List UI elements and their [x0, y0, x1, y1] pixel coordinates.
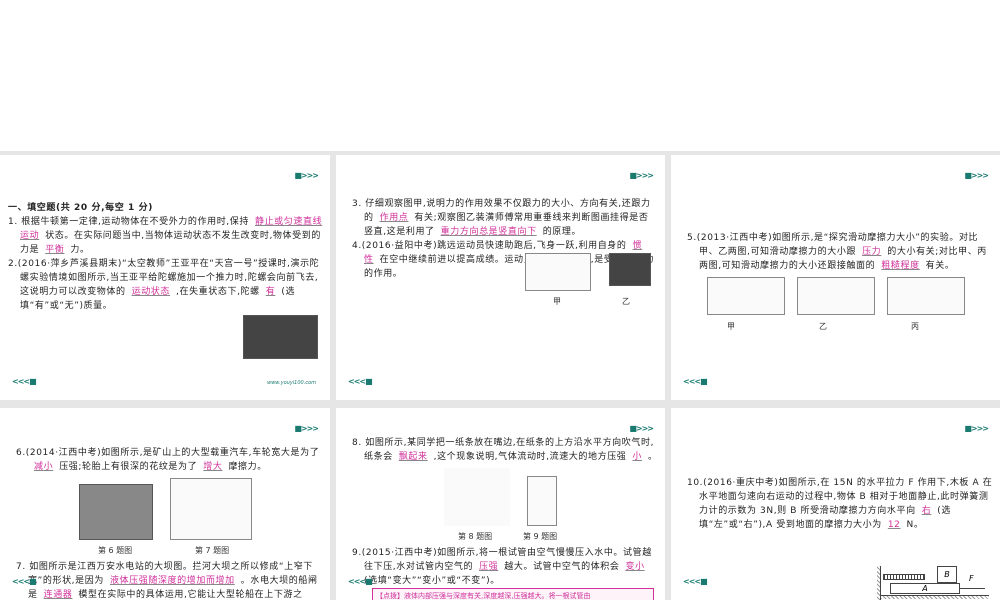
answer-blank: 有 [265, 287, 276, 297]
board-a: A [890, 583, 960, 594]
dam-figure [170, 478, 252, 540]
question-text: 一、填空题(共 20 分,每空 1 分) [8, 201, 324, 215]
gyroscope-photo [243, 315, 318, 359]
figure-yi-friction [797, 277, 875, 315]
question-text: 9.(2015·江西中考)如图所示,将一根试管由空气慢慢压入水中。试管越往下压,… [352, 546, 658, 588]
caption: 乙 [622, 297, 630, 306]
hint-box: 【点拨】液体内部压强与深度有关,深度越深,压强越大。将一根试管由 [372, 588, 654, 600]
answer-blank: 粗糙程度 [881, 261, 920, 271]
slide-2[interactable]: 3. 仔细观察图甲,说明力的作用效果不仅跟力的大小、方向有关,还跟力的 作用点 有关… [336, 155, 665, 400]
question-text: 5.(2013·江西中考)如图所示,是“探究滑动摩擦力大小”的实验。对比甲、乙两… [687, 231, 995, 273]
caption: 第 6 题图 [98, 546, 133, 555]
next-page-arrow-icon[interactable]: ■>>> [629, 424, 654, 433]
question-block: 5.(2013·江西中考)如图所示,是“探究滑动摩擦力大小”的实验。对比甲、乙两… [687, 231, 995, 273]
question-text: 10.(2016·重庆中考)如图所示,在 15N 的水平拉力 F 作用下,木板 … [687, 476, 993, 532]
question-segment: 。 [648, 452, 658, 462]
prev-page-arrow-icon[interactable]: <<<■ [12, 577, 37, 586]
answer-blank: 平衡 [45, 245, 65, 255]
caption: 甲 [553, 297, 561, 306]
answer-blank: 连通器 [43, 590, 73, 600]
question-segment: 越大。试管中空气的体积会 [504, 562, 620, 572]
answer-blank: 增大 [203, 462, 223, 472]
figure-bing-friction [887, 277, 965, 315]
answer-blank: 运动状态 [131, 287, 171, 297]
blank-header-area [0, 0, 1000, 151]
figure-jia-friction [707, 277, 785, 315]
caption: 甲 [727, 322, 735, 331]
question-block: 8. 如图所示,某同学把一纸条放在嘴边,在纸条的上方沿水平方向吹气时,纸条会 飘起… [352, 436, 658, 464]
next-page-arrow-icon[interactable]: ■>>> [629, 171, 654, 180]
question-text: 3. 仔细观察图甲,说明力的作用效果不仅跟力的大小、方向有关,还跟力的 作用点 有关… [352, 197, 657, 239]
question-segment: 一、填空题(共 20 分,每空 1 分) [8, 203, 153, 213]
question-segment: 1. 根据牛顿第一定律,运动物体在不受外力的作用时,保持 [8, 217, 249, 227]
question-segment: ,这个现象说明,气体流动时,流速大的地方压强 [433, 452, 627, 462]
slide-4[interactable]: 6.(2014·江西中考)如图所示,是矿山上的大型载重汽车,车轮宽大是为了减小压… [0, 408, 330, 600]
question-segment: 6.(2014·江西中考)如图所示,是矿山上的大型载重汽车,车轮宽大是为了 [16, 448, 320, 458]
question-segment: 模型在实际中的具体运用,它能让大型轮船在上下游之 [78, 590, 303, 600]
prev-page-arrow-icon[interactable]: <<<■ [348, 377, 373, 386]
blowing-paper-figure [444, 468, 510, 526]
slide-5[interactable]: 8. 如图所示,某同学把一纸条放在嘴边,在纸条的上方沿水平方向吹气时,纸条会 飘起… [336, 408, 665, 600]
ground [881, 595, 989, 599]
question-segment: 压强;轮胎上有很深的花纹是为了 [59, 462, 198, 472]
question-segment: 力。 [70, 245, 90, 255]
question-block: 10.(2016·重庆中考)如图所示,在 15N 的水平拉力 F 作用下,木板 … [687, 476, 993, 532]
question-text: 6.(2014·江西中考)如图所示,是矿山上的大型载重汽车,车轮宽大是为了减小压… [16, 446, 322, 474]
slide-grid: 一、填空题(共 20 分,每空 1 分) 1. 根据牛顿第一定律,运动物体在不受外… [0, 151, 1000, 600]
caption: 乙 [819, 322, 827, 331]
question-block: 7. 如图所示是江西万安水电站的大坝图。拦河大坝之所以修成“上窄下宽”的形状,是… [16, 560, 322, 600]
figure-yi-plumb-line [609, 253, 651, 286]
answer-blank: 压强 [479, 562, 499, 572]
answer-blank: 压力 [862, 247, 882, 257]
answer-blank: 飘起来 [398, 452, 428, 462]
question-segment: ,在失重状态下,陀螺 [176, 287, 260, 297]
website-url[interactable]: www.youyi100.com [267, 380, 316, 386]
question-text: 7. 如图所示是江西万安水电站的大坝图。拦河大坝之所以修成“上窄下宽”的形状,是… [16, 560, 322, 600]
next-page-arrow-icon[interactable]: ■>>> [294, 171, 319, 180]
answer-blank: 12 [887, 520, 901, 530]
next-page-arrow-icon[interactable]: ■>>> [964, 424, 989, 433]
question-text: 2.(2016·萍乡芦溪县期末)“太空教师”王亚平在“天宫一号”授课时,演示陀螺… [8, 257, 324, 313]
question-text: 8. 如图所示,某同学把一纸条放在嘴边,在纸条的上方沿水平方向吹气时,纸条会 飘起… [352, 436, 658, 464]
next-page-arrow-icon[interactable]: ■>>> [294, 424, 319, 433]
answer-blank: 减小 [34, 462, 54, 472]
question-block: 9.(2015·江西中考)如图所示,将一根试管由空气慢慢压入水中。试管越往下压,… [352, 546, 658, 588]
answer-blank: 作用点 [379, 213, 409, 223]
question-segment: 摩擦力。 [228, 462, 267, 472]
answer-blank: 变小 [625, 562, 645, 572]
slide-1[interactable]: 一、填空题(共 20 分,每空 1 分) 1. 根据牛顿第一定律,运动物体在不受外… [0, 155, 330, 400]
force-label: F [969, 574, 974, 583]
question-segment: 的原理。 [542, 227, 582, 237]
answer-blank: 重力方向总是竖直向下 [440, 227, 537, 237]
answer-blank: 右 [921, 506, 932, 516]
answer-blank: 液体压强随深度的增加而增加 [109, 576, 235, 586]
question-block: 6.(2014·江西中考)如图所示,是矿山上的大型载重汽车,车轮宽大是为了减小压… [16, 446, 322, 474]
prev-page-arrow-icon[interactable]: <<<■ [683, 377, 708, 386]
spring-scale [883, 574, 925, 580]
figure-jia-door-push [525, 253, 591, 291]
prev-page-arrow-icon[interactable]: <<<■ [683, 577, 708, 586]
test-tube-beaker-figure [527, 476, 557, 526]
caption: 第 7 题图 [195, 546, 230, 555]
force-arrow [960, 588, 985, 589]
question-segment: 4.(2016·益阳中考)跳远运动员快速助跑后,飞身一跃,利用自身的 [352, 241, 627, 251]
caption: 丙 [911, 322, 919, 331]
caption: 第 9 题图 [523, 532, 558, 541]
question-text: 1. 根据牛顿第一定律,运动物体在不受外力的作用时,保持 静止或匀速直线运动 状态。… [8, 215, 324, 257]
block-b: B [937, 566, 957, 583]
question-segment: N。 [906, 520, 924, 530]
prev-page-arrow-icon[interactable]: <<<■ [12, 377, 37, 386]
slide-3[interactable]: 5.(2013·江西中考)如图所示,是“探究滑动摩擦力大小”的实验。对比甲、乙两… [671, 155, 1000, 400]
answer-blank: 小 [632, 452, 643, 462]
question-segment: (选填“变大”“变小”或“不变”)。 [364, 576, 500, 586]
next-page-arrow-icon[interactable]: ■>>> [964, 171, 989, 180]
caption: 第 8 题图 [458, 532, 493, 541]
truck-photo [79, 484, 153, 540]
question-block: 一、填空题(共 20 分,每空 1 分) 1. 根据牛顿第一定律,运动物体在不受外… [8, 201, 324, 313]
slide-6[interactable]: 10.(2016·重庆中考)如图所示,在 15N 的水平拉力 F 作用下,木板 … [671, 408, 1000, 600]
question-segment: 有关。 [925, 261, 955, 271]
prev-page-arrow-icon[interactable]: <<<■ [348, 577, 373, 586]
